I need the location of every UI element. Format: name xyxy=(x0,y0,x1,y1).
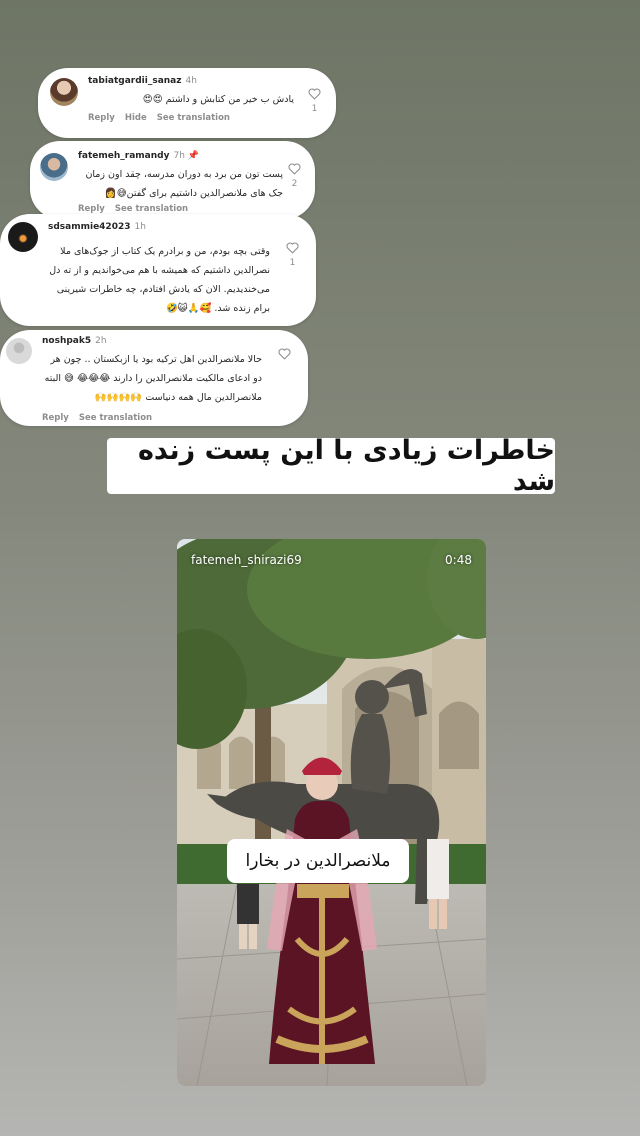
heart-outline-icon[interactable] xyxy=(278,348,291,360)
comment-text: یادش ب خیر من کتابش و داشتم 😍😍 xyxy=(142,94,294,105)
see-translation-button[interactable]: See translation xyxy=(115,204,188,214)
bukhara-scene-image xyxy=(177,539,486,1086)
comment-card: tabiatgardii_sanaz 4h یادش ب خیر من کتابش… xyxy=(38,68,336,138)
comment-time: 2h xyxy=(95,336,107,346)
heart-outline-icon[interactable] xyxy=(308,88,321,100)
username-text[interactable]: noshpak5 xyxy=(42,336,91,346)
like-count: 1 xyxy=(289,258,296,268)
avatar[interactable] xyxy=(50,78,78,106)
comment-text: وقتی بچه بودم، من و برادرم یک کتاب از جو… xyxy=(49,246,270,314)
heart-outline-icon[interactable] xyxy=(288,163,301,175)
username-text[interactable]: sdsammie42023 xyxy=(48,222,131,232)
comment-card: noshpak5 2h حالا ملانصرالدین اهل ترکیه بو… xyxy=(0,330,308,426)
story-photo[interactable]: fatemeh_shirazi69 0:48 ملانصرالدین در بخ… xyxy=(177,539,486,1086)
reply-button[interactable]: Reply xyxy=(78,204,105,214)
see-translation-button[interactable]: See translation xyxy=(79,413,152,423)
comment-actions: Reply See translation xyxy=(42,413,162,423)
like-count: 1 xyxy=(311,104,318,114)
comment-actions: Reply Hide See translation xyxy=(88,113,240,123)
comment-username[interactable]: noshpak5 2h xyxy=(42,336,107,346)
reply-button[interactable]: Reply xyxy=(42,413,69,423)
comment-username[interactable]: tabiatgardii_sanaz 4h xyxy=(88,76,197,86)
see-translation-button[interactable]: See translation xyxy=(157,113,230,123)
comment-card: fatemeh_ramandy 7h 📌 پست تون من برد به دو… xyxy=(30,141,315,219)
heart-outline-icon[interactable] xyxy=(286,242,299,254)
comment-time: 4h xyxy=(185,76,197,86)
comment-username[interactable]: fatemeh_ramandy 7h 📌 xyxy=(78,151,199,161)
story-timestamp: 0:48 xyxy=(445,553,472,567)
headline-banner: خاطرات زیادی با این پست زنده شد xyxy=(107,435,555,497)
like-count: 2 xyxy=(291,179,298,189)
username-text[interactable]: fatemeh_ramandy xyxy=(78,151,169,161)
hide-button[interactable]: Hide xyxy=(125,113,147,123)
story-caption: ملانصرالدین در بخارا xyxy=(227,839,409,883)
comment-text: حالا ملانصرالدین اهل ترکیه بود یا ازبکست… xyxy=(44,354,262,403)
avatar[interactable] xyxy=(8,222,38,252)
comment-actions: Reply See translation xyxy=(78,204,198,214)
story-username[interactable]: fatemeh_shirazi69 xyxy=(191,553,302,567)
comment-time: 7h 📌 xyxy=(173,151,199,161)
comment-text: پست تون من برد به دوران مدرسه، چقد اون ز… xyxy=(85,169,283,199)
username-text[interactable]: tabiatgardii_sanaz xyxy=(88,76,182,86)
comment-time: 1h xyxy=(134,222,146,232)
comment-card: sdsammie42023 1h وقتی بچه بودم، من و براد… xyxy=(0,214,316,326)
avatar[interactable] xyxy=(40,153,68,181)
comment-username[interactable]: sdsammie42023 1h xyxy=(48,222,146,232)
avatar[interactable] xyxy=(6,338,32,364)
reply-button[interactable]: Reply xyxy=(88,113,115,123)
